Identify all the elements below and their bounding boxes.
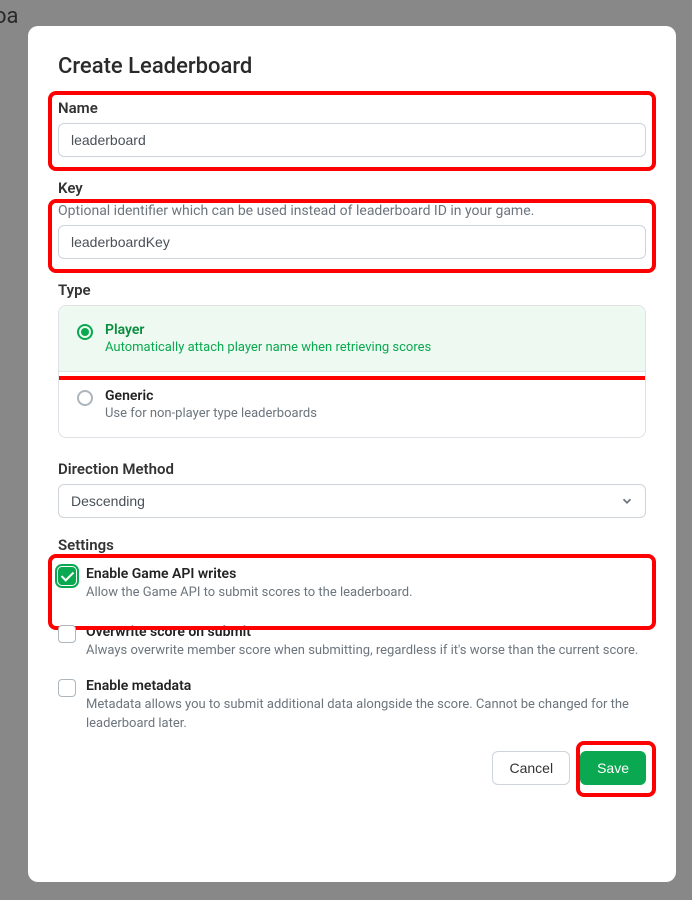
setting-enable-game-api-desc: Allow the Game API to submit scores to t…	[86, 584, 646, 602]
checkbox-enable-metadata[interactable]	[58, 679, 76, 697]
setting-enable-game-api-body: Enable Game API writes Allow the Game AP…	[86, 566, 646, 602]
direction-select-wrapper: Descending	[58, 484, 646, 518]
direction-field-group: Direction Method Descending	[58, 460, 646, 518]
cancel-button[interactable]: Cancel	[492, 751, 570, 785]
type-option-player-title: Player	[105, 322, 627, 338]
checkbox-enable-game-api[interactable]	[58, 567, 76, 585]
key-helper: Optional identifier which can be used in…	[58, 203, 646, 219]
checkbox-overwrite-score[interactable]	[58, 625, 76, 643]
direction-label: Direction Method	[58, 460, 646, 478]
settings-field-group: Settings Enable Game API writes Allow th…	[58, 536, 646, 735]
type-field-group: Type Player Automatically attach player …	[58, 281, 646, 438]
type-label: Type	[58, 281, 646, 299]
key-label: Key	[58, 179, 646, 197]
type-option-generic-desc: Use for non-player type leaderboards	[105, 406, 627, 421]
setting-overwrite-score-body: Overwrite score on submit Always overwri…	[86, 624, 646, 660]
direction-select[interactable]: Descending	[58, 484, 646, 518]
key-field-group: Key Optional identifier which can be use…	[58, 179, 646, 259]
radio-player[interactable]	[77, 324, 93, 340]
modal-title: Create Leaderboard	[58, 54, 646, 79]
settings-label: Settings	[58, 536, 646, 554]
name-input[interactable]	[58, 123, 646, 157]
save-button[interactable]: Save	[580, 751, 646, 785]
setting-enable-game-api[interactable]: Enable Game API writes Allow the Game AP…	[58, 564, 646, 604]
type-option-generic-body: Generic Use for non-player type leaderbo…	[105, 388, 627, 421]
setting-overwrite-score[interactable]: Overwrite score on submit Always overwri…	[58, 622, 646, 662]
setting-enable-metadata-desc: Metadata allows you to submit additional…	[86, 696, 646, 732]
setting-overwrite-score-desc: Always overwrite member score when submi…	[86, 642, 646, 660]
modal-footer: Cancel Save	[58, 751, 646, 785]
type-option-generic-title: Generic	[105, 388, 627, 404]
setting-enable-metadata-title: Enable metadata	[86, 678, 646, 694]
name-label: Name	[58, 99, 646, 117]
setting-overwrite-score-title: Overwrite score on submit	[86, 624, 646, 640]
type-option-player-desc: Automatically attach player name when re…	[105, 340, 627, 355]
create-leaderboard-modal: Create Leaderboard Name Key Optional ide…	[28, 26, 676, 882]
type-option-player-body: Player Automatically attach player name …	[105, 322, 627, 355]
type-option-player[interactable]: Player Automatically attach player name …	[59, 306, 645, 371]
setting-enable-game-api-title: Enable Game API writes	[86, 566, 646, 582]
background-text: oa	[0, 4, 19, 29]
type-option-generic[interactable]: Generic Use for non-player type leaderbo…	[59, 371, 645, 437]
setting-enable-metadata-body: Enable metadata Metadata allows you to s…	[86, 678, 646, 732]
setting-enable-metadata[interactable]: Enable metadata Metadata allows you to s…	[58, 676, 646, 734]
key-input[interactable]	[58, 225, 646, 259]
radio-generic[interactable]	[77, 390, 93, 406]
type-options: Player Automatically attach player name …	[58, 305, 646, 438]
name-field-group: Name	[58, 99, 646, 157]
